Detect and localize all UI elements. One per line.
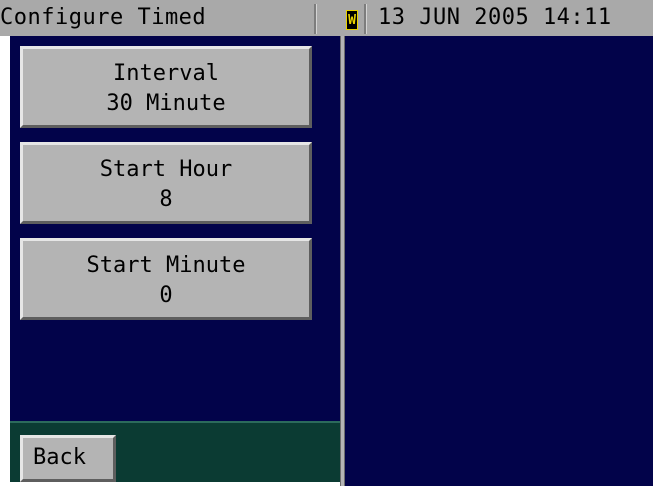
date-time-display: 13 JUN 2005 14:11 (378, 5, 612, 30)
title-bar: Configure Timed W 13 JUN 2005 14:11 (0, 0, 653, 36)
start-hour-value: 8 (159, 187, 173, 212)
start-minute-label: Start Minute (86, 253, 246, 278)
interval-label: Interval (113, 61, 219, 86)
screen-title: Configure Timed (0, 5, 207, 30)
screen-margin (0, 36, 10, 486)
start-minute-value: 0 (159, 283, 173, 308)
title-separator (364, 4, 367, 34)
start-hour-button[interactable]: Start Hour 8 (20, 142, 312, 224)
start-minute-button[interactable]: Start Minute 0 (20, 238, 312, 320)
interval-button[interactable]: Interval 30 Minute (20, 46, 312, 128)
back-button[interactable]: Back (20, 435, 116, 482)
device-screen: Configure Timed W 13 JUN 2005 14:11 Inte… (0, 0, 653, 486)
title-separator (314, 4, 317, 34)
interval-value: 30 Minute (106, 91, 226, 116)
warning-icon: W (346, 10, 358, 30)
detail-panel (345, 36, 653, 486)
start-hour-label: Start Hour (99, 157, 233, 182)
